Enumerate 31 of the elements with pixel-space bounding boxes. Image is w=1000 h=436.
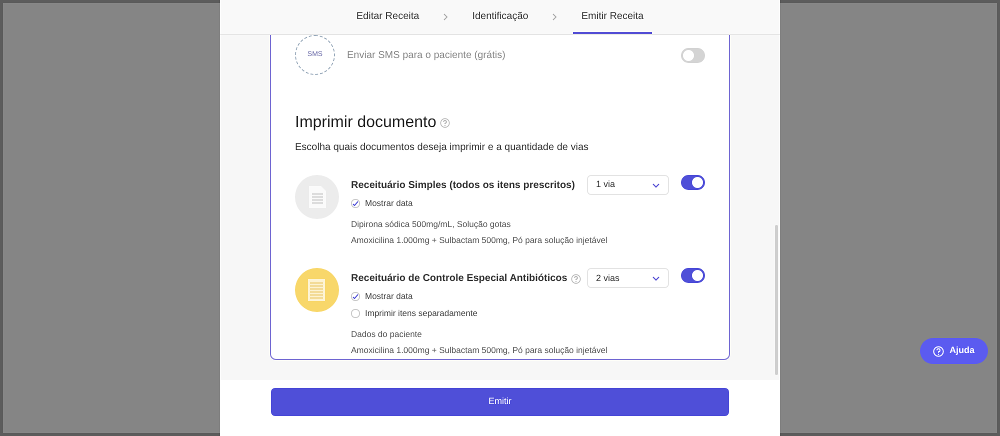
help-icon: [933, 346, 944, 356]
checkbox[interactable]: [351, 198, 360, 208]
chevron-icon: [652, 276, 660, 281]
sms-label: Enviar SMS para o paciente (grátis): [347, 48, 506, 62]
checkbox-label: Mostrar data: [365, 290, 413, 303]
item-line: Amoxicilina 1.000mg + Sulbactam 500mg, Pó para solução injetável: [351, 344, 608, 356]
document-title: Receituário Simples (todos os itens prescritos): [351, 179, 575, 193]
checkbox[interactable]: [351, 292, 360, 302]
section-subtitle: Escolha quais documentos deseja imprimir e a quantidade de vias: [295, 141, 590, 155]
checkbox-label: Imprimir itens separadamente: [365, 307, 478, 320]
chevron-icon: [552, 13, 558, 21]
document-icon: [295, 175, 339, 219]
item-line: Dipirona sódica 500mg/mL, Solução gotas: [351, 218, 512, 230]
chevron-icon: [652, 182, 660, 188]
checkbox[interactable]: [351, 308, 360, 318]
chevron-icon: [443, 13, 448, 21]
help-button[interactable]: Ajuda: [920, 338, 988, 364]
copies-select[interactable]: 2 vias: [587, 268, 669, 288]
toggle-switch[interactable]: [681, 175, 705, 190]
submit-button[interactable]: Emitir: [271, 388, 729, 416]
toggle-switch[interactable]: [681, 268, 705, 284]
document-icon: [295, 268, 339, 312]
item-line: Dados do paciente: [351, 328, 423, 340]
section-title: Imprimir documento: [295, 113, 436, 133]
step-tab[interactable]: Identificação: [464, 0, 536, 34]
checkbox-label: Mostrar data: [365, 197, 413, 210]
item-line: Amoxicilina 1.000mg + Sulbactam 500mg, Pó para solução injetável: [351, 234, 608, 246]
toggle-switch[interactable]: [681, 48, 705, 62]
copies-select[interactable]: 1 via: [587, 175, 669, 195]
document-title: Receituário de Controle Especial Antibióticos: [351, 272, 568, 286]
step-tab[interactable]: Editar Receita: [348, 0, 428, 34]
